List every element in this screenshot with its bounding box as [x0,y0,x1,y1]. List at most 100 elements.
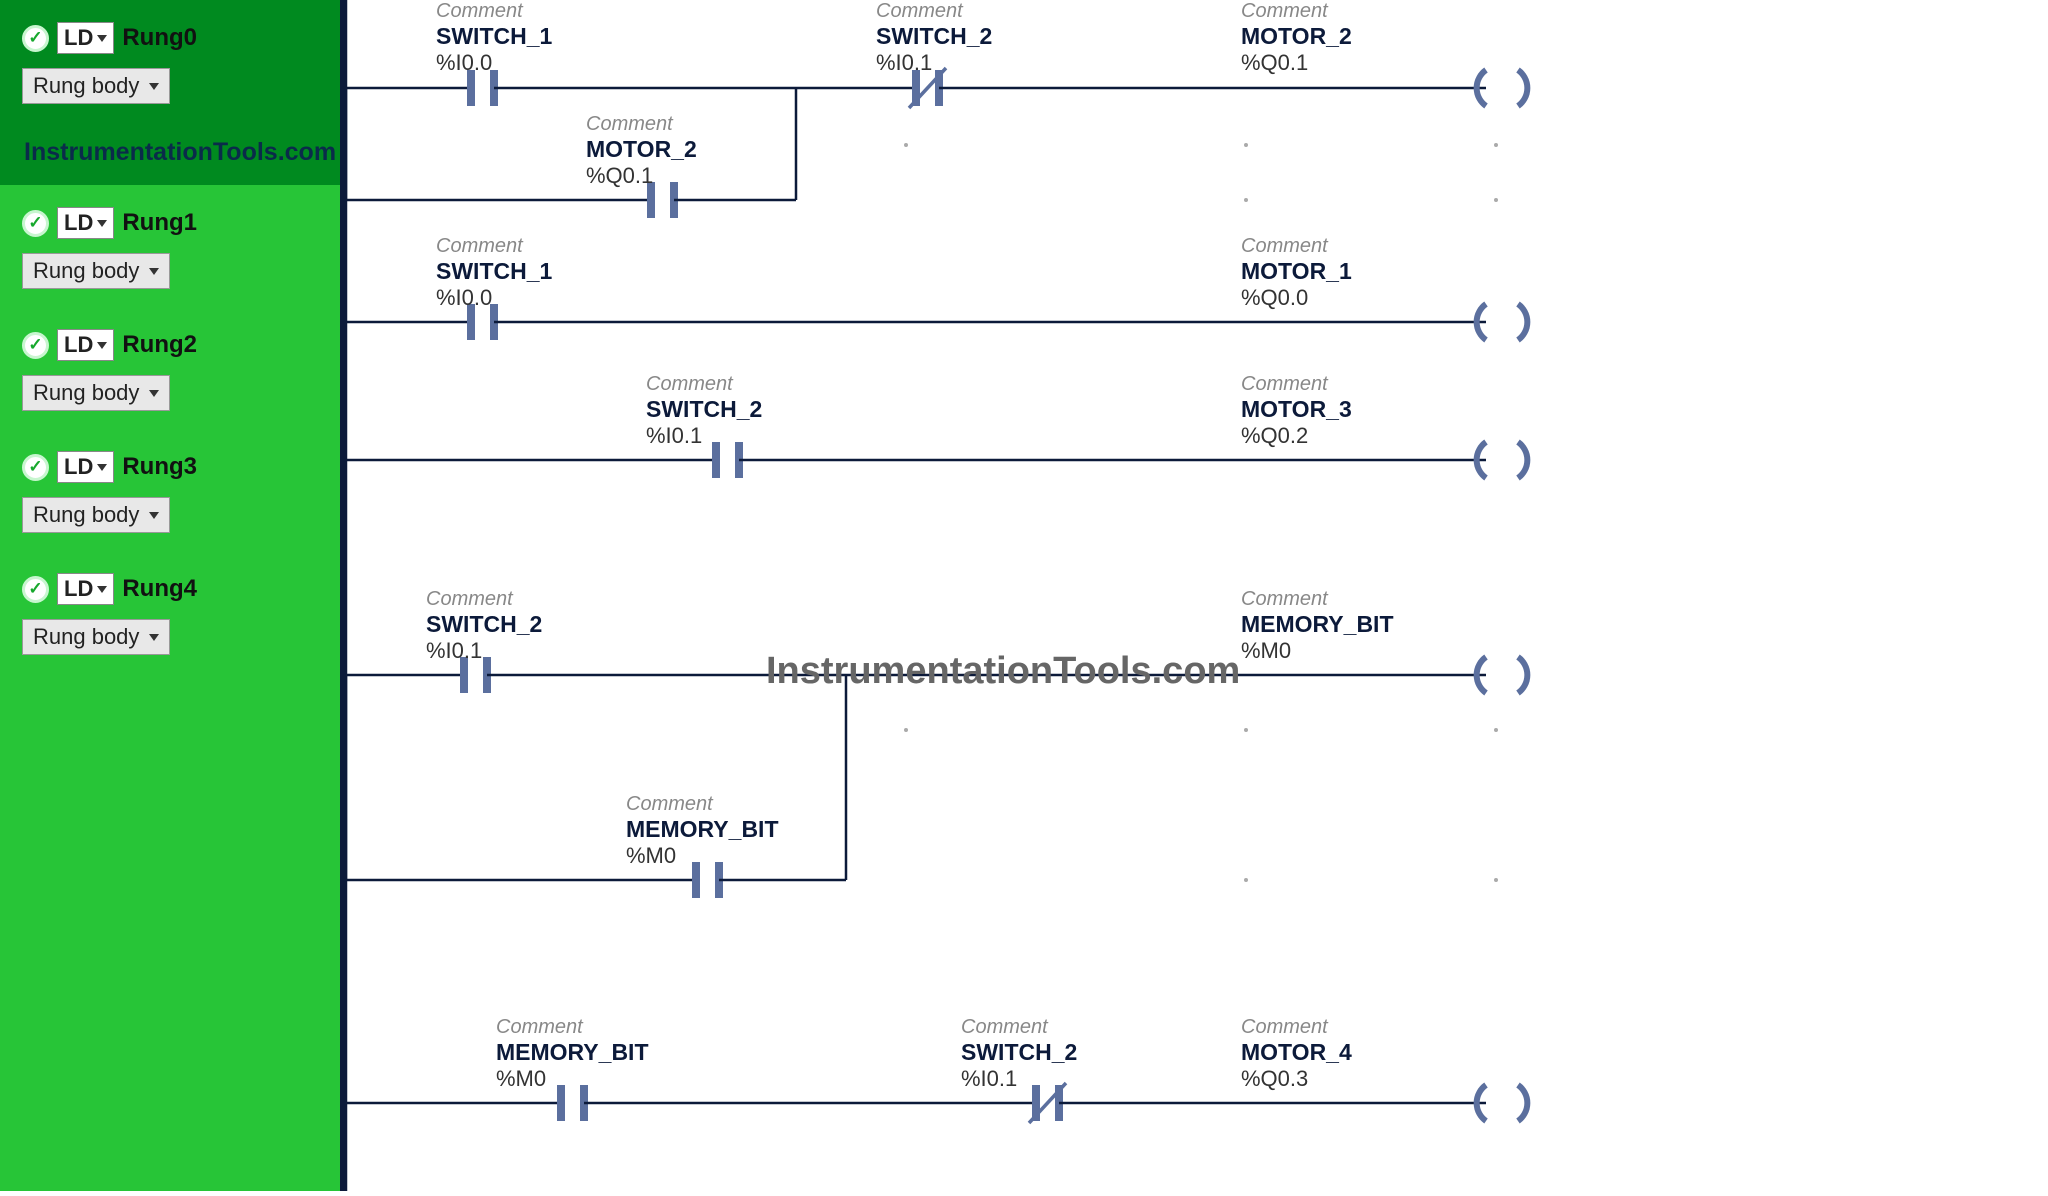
chevron-down-icon [149,512,159,519]
element-address: %Q0.1 [1241,50,1352,76]
rung-name-label: Rung4 [122,575,197,603]
watermark-text: InstrumentationTools.com [24,138,330,167]
element-address: %M0 [1241,638,1394,664]
coil-label: Comment MOTOR_1 %Q0.0 [1241,235,1352,311]
contact-label: Comment SWITCH_2 %I0.1 [961,1016,1077,1092]
comment-label: Comment [876,0,992,23]
comment-label: Comment [1241,588,1394,611]
chevron-down-icon [97,586,107,593]
rung-body-label: Rung body [33,502,139,528]
comment-label: Comment [1241,373,1352,396]
rung-block-4: ✓ LD Rung4 Rung body [0,551,340,673]
element-name: MOTOR_4 [1241,1039,1352,1066]
rung-name-label: Rung0 [122,24,197,52]
contact-label: Comment SWITCH_2 %I0.1 [646,373,762,449]
element-address: %M0 [496,1066,649,1092]
comment-label: Comment [436,235,552,258]
language-label: LD [64,25,93,51]
element-address: %Q0.0 [1241,285,1352,311]
element-name: MOTOR_2 [586,136,697,163]
element-name: SWITCH_2 [426,611,542,638]
language-label: LD [64,332,93,358]
rung-body-dropdown[interactable]: Rung body [22,619,170,655]
element-address: %Q0.2 [1241,423,1352,449]
rung-name-label: Rung1 [122,209,197,237]
comment-label: Comment [496,1016,649,1039]
rung-sidebar: ✓ LD Rung0 Rung body InstrumentationTool… [0,0,340,1191]
element-name: SWITCH_1 [436,258,552,285]
language-label: LD [64,210,93,236]
check-icon: ✓ [22,210,49,237]
chevron-down-icon [97,464,107,471]
rung-block-3: ✓ LD Rung3 Rung body [0,429,340,551]
rung-name-label: Rung3 [122,453,197,481]
element-name: MEMORY_BIT [496,1039,649,1066]
element-address: %I0.1 [876,50,992,76]
chevron-down-icon [149,268,159,275]
chevron-down-icon [149,634,159,641]
check-icon: ✓ [22,25,49,52]
rung-body-label: Rung body [33,73,139,99]
element-name: SWITCH_2 [646,396,762,423]
language-dropdown[interactable]: LD [57,573,114,605]
element-name: MEMORY_BIT [626,816,779,843]
comment-label: Comment [1241,235,1352,258]
check-icon: ✓ [22,576,49,603]
element-address: %M0 [626,843,779,869]
rung-block-1: ✓ LD Rung1 Rung body [0,185,340,307]
element-name: MOTOR_1 [1241,258,1352,285]
rung-body-dropdown[interactable]: Rung body [22,497,170,533]
watermark-text: InstrumentationTools.com [766,650,1240,693]
rung-body-dropdown[interactable]: Rung body [22,375,170,411]
language-dropdown[interactable]: LD [57,207,114,239]
rung-block-0: ✓ LD Rung0 Rung body InstrumentationTool… [0,0,340,185]
element-address: %I0.1 [426,638,542,664]
language-dropdown[interactable]: LD [57,451,114,483]
comment-label: Comment [1241,1016,1352,1039]
contact-label: Comment MEMORY_BIT %M0 [626,793,779,869]
chevron-down-icon [149,390,159,397]
coil-label: Comment MOTOR_2 %Q0.1 [1241,0,1352,76]
element-name: MOTOR_2 [1241,23,1352,50]
rung-body-label: Rung body [33,624,139,650]
contact-label: Comment SWITCH_2 %I0.1 [426,588,542,664]
app-frame: ✓ LD Rung0 Rung body InstrumentationTool… [0,0,2048,1191]
chevron-down-icon [97,35,107,42]
coil-label: Comment MEMORY_BIT %M0 [1241,588,1394,664]
contact-label: Comment SWITCH_1 %I0.0 [436,0,552,76]
chevron-down-icon [97,342,107,349]
element-name: MOTOR_3 [1241,396,1352,423]
coil-label: Comment MOTOR_3 %Q0.2 [1241,373,1352,449]
comment-label: Comment [626,793,779,816]
comment-label: Comment [436,0,552,23]
element-name: SWITCH_2 [961,1039,1077,1066]
element-name: SWITCH_1 [436,23,552,50]
contact-label: Comment SWITCH_1 %I0.0 [436,235,552,311]
check-icon: ✓ [22,454,49,481]
coil-label: Comment MOTOR_4 %Q0.3 [1241,1016,1352,1092]
element-name: SWITCH_2 [876,23,992,50]
comment-label: Comment [586,113,697,136]
check-icon: ✓ [22,332,49,359]
comment-label: Comment [961,1016,1077,1039]
chevron-down-icon [149,83,159,90]
language-label: LD [64,576,93,602]
contact-label: Comment MOTOR_2 %Q0.1 [586,113,697,189]
element-address: %I0.0 [436,50,552,76]
comment-label: Comment [646,373,762,396]
element-address: %Q0.1 [586,163,697,189]
rung-block-2: ✓ LD Rung2 Rung body [0,307,340,429]
language-dropdown[interactable]: LD [57,22,114,54]
element-address: %I0.0 [436,285,552,311]
contact-label: Comment MEMORY_BIT %M0 [496,1016,649,1092]
comment-label: Comment [426,588,542,611]
rung-body-dropdown[interactable]: Rung body [22,253,170,289]
element-address: %Q0.3 [1241,1066,1352,1092]
rung-body-label: Rung body [33,380,139,406]
ladder-canvas: Comment SWITCH_1 %I0.0 Comment SWITCH_2 … [340,0,2048,1191]
rung-body-dropdown[interactable]: Rung body [22,68,170,104]
language-dropdown[interactable]: LD [57,329,114,361]
chevron-down-icon [97,220,107,227]
contact-label: Comment SWITCH_2 %I0.1 [876,0,992,76]
element-address: %I0.1 [646,423,762,449]
